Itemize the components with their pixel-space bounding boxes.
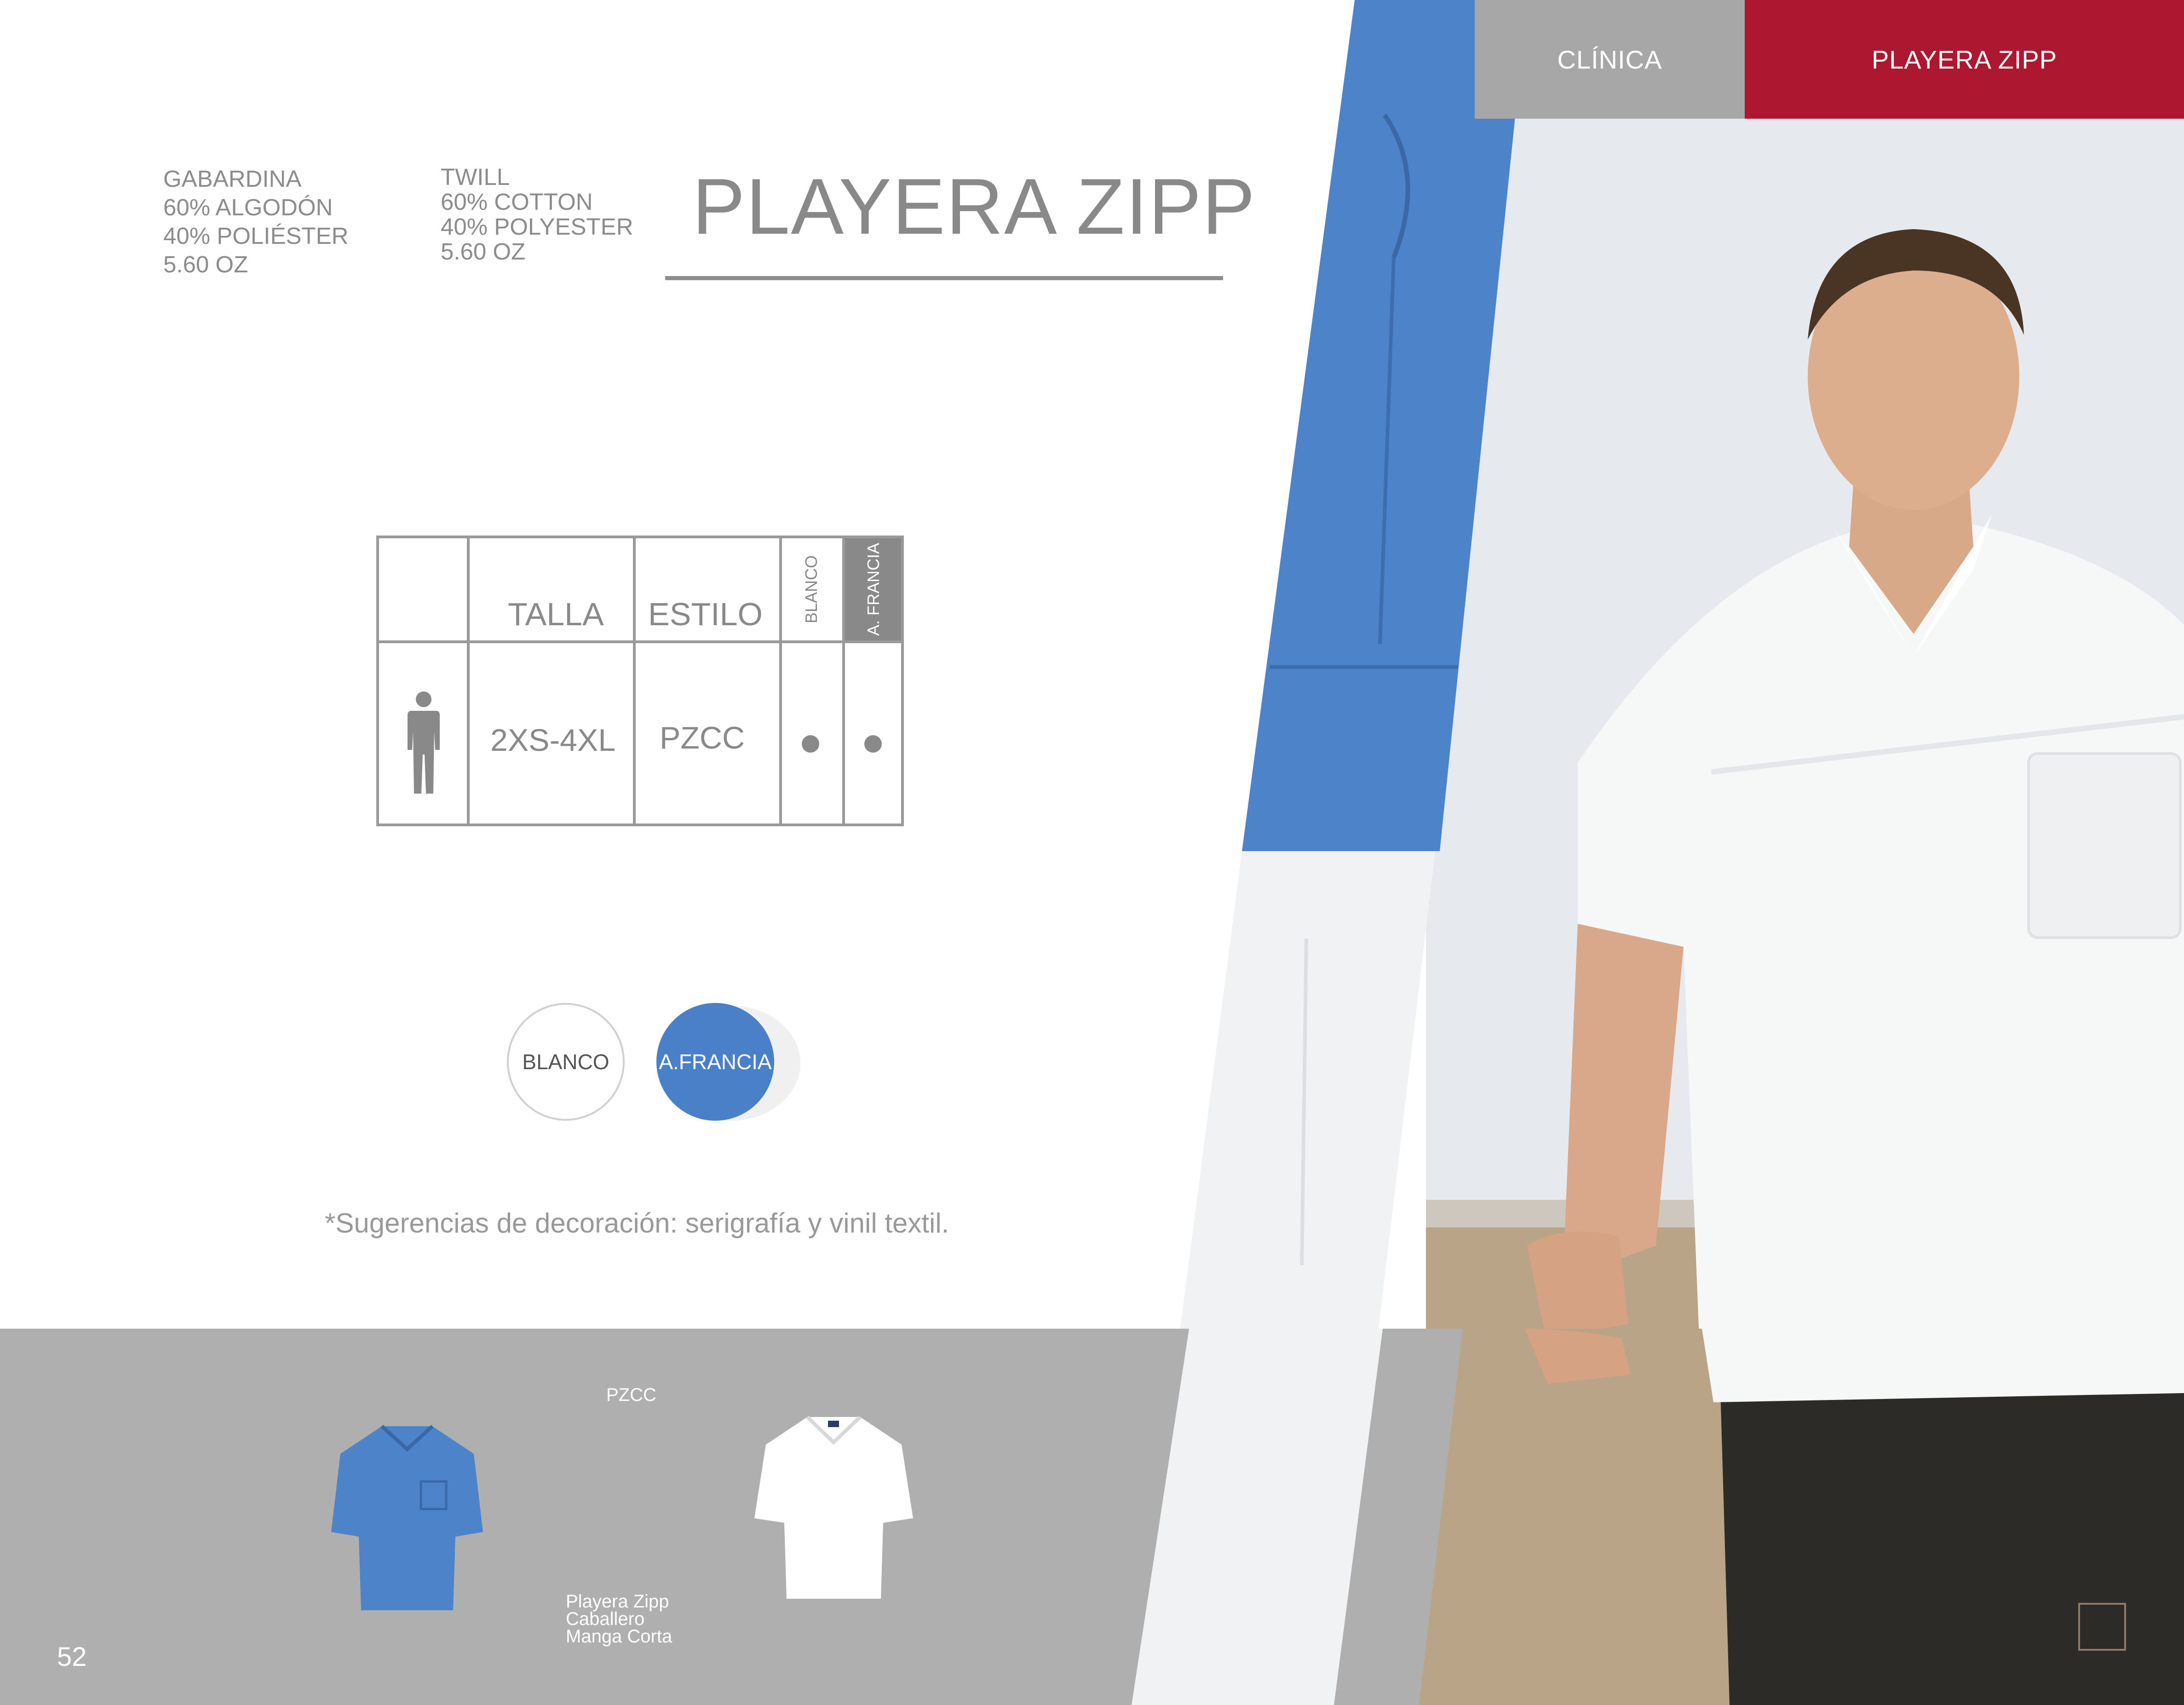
blue-fabric-strip xyxy=(1242,0,1527,851)
table-divider xyxy=(779,538,782,824)
swatch-a-francia[interactable]: A.FRANCIA xyxy=(656,1003,774,1121)
header-blanco: BLANCO xyxy=(802,555,821,624)
swatch-blanco-label: BLANCO xyxy=(522,1050,609,1074)
fabric-line: 40% POLIÉSTER xyxy=(163,223,349,249)
fabric-line: TWILL xyxy=(441,164,510,190)
swatch-a-francia-label: A.FRANCIA xyxy=(659,1050,772,1074)
caption-line: Playera Zipp xyxy=(566,1591,669,1612)
model-photo-lower xyxy=(1419,1329,2184,1705)
table-divider xyxy=(467,538,470,824)
table-divider xyxy=(379,640,901,643)
fabric-twill: TWILL 60% COTTON 40% POLYESTER 5.60 OZ xyxy=(441,165,633,264)
header-talla: TALLA xyxy=(508,596,604,632)
fabric-gabardina: GABARDINA 60% ALGODÓN 40% POLIÉSTER 5.60… xyxy=(163,165,349,279)
availability-dot-a-francia xyxy=(864,735,882,753)
decoration-note: *Sugerencias de decoración: serigrafía y… xyxy=(325,1208,949,1238)
tab-clinica-label: CLÍNICA xyxy=(1557,45,1662,74)
fabric-line: GABARDINA xyxy=(163,166,302,192)
tab-playera-zipp-label: PLAYERA ZIPP xyxy=(1871,45,2058,74)
fabric-line: 60% ALGODÓN xyxy=(163,194,333,220)
swatch-blanco[interactable]: BLANCO xyxy=(507,1003,625,1121)
tab-playera-zipp[interactable]: PLAYERA ZIPP xyxy=(1745,0,2184,119)
size-value: 2XS-4XL xyxy=(490,723,616,758)
spec-table: TALLA ESTILO BLANCO A. FRANCIA 2XS-4XL P… xyxy=(376,536,904,826)
table-divider xyxy=(633,538,636,824)
page-number: 52 xyxy=(57,1642,87,1672)
title-underline xyxy=(665,276,1223,280)
fabric-line: 5.60 OZ xyxy=(163,251,248,277)
page-title: PLAYERA ZIPP xyxy=(692,162,1256,251)
caption-line: Caballero xyxy=(566,1609,645,1629)
header-estilo: ESTILO xyxy=(648,596,763,632)
white-shirt-image[interactable] xyxy=(754,1408,913,1606)
product-caption: Playera Zipp Caballero Manga Corta xyxy=(566,1591,672,1647)
fabric-line: 40% POLYESTER xyxy=(441,213,633,240)
white-fabric-strip-lower xyxy=(1132,1329,1383,1705)
fabric-line: 5.60 OZ xyxy=(441,238,526,265)
style-value: PZCC xyxy=(660,720,745,755)
availability-dot-blanco xyxy=(802,735,819,753)
tab-clinica[interactable]: CLÍNICA xyxy=(1475,0,1745,119)
product-code: PZCC xyxy=(606,1385,656,1405)
caption-line: Manga Corta xyxy=(566,1626,672,1647)
blue-shirt-image[interactable] xyxy=(331,1417,483,1615)
man-icon xyxy=(408,691,440,794)
fabric-line: 60% COTTON xyxy=(441,189,593,215)
header-a-francia: A. FRANCIA xyxy=(864,542,883,636)
